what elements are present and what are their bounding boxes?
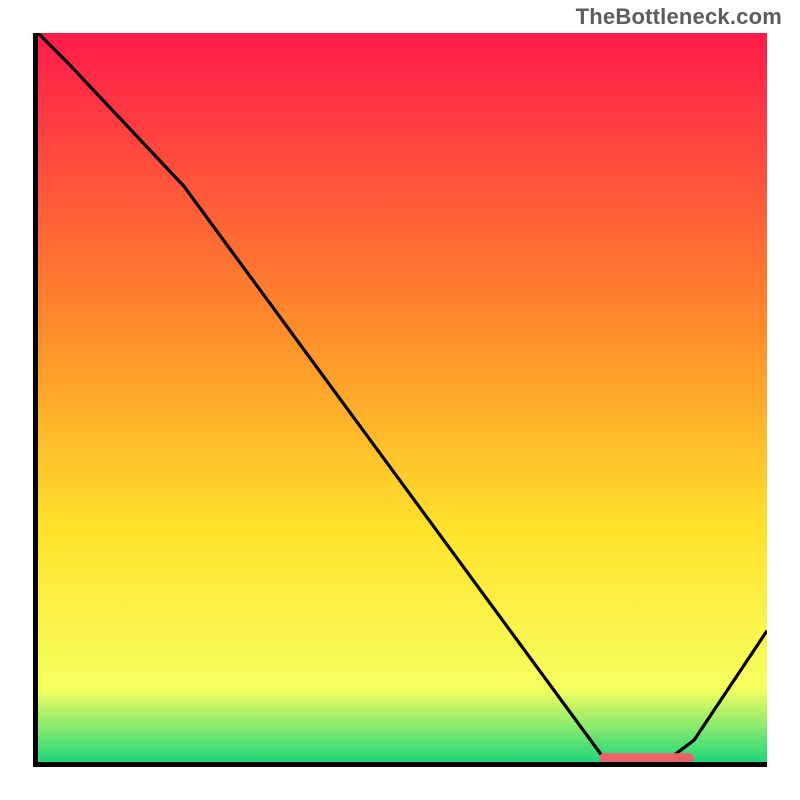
watermark-text: TheBottleneck.com <box>576 4 782 30</box>
plot-area <box>33 33 767 767</box>
gradient-background <box>38 33 767 762</box>
chart-container: { "watermark": "TheBottleneck.com", "col… <box>0 0 800 800</box>
optimal-range-marker <box>599 753 694 762</box>
chart-svg <box>38 33 767 762</box>
